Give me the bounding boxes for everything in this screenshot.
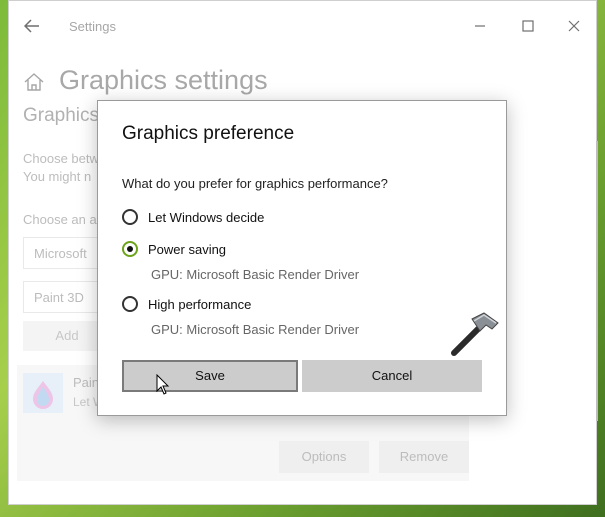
mouse-cursor-icon [156,374,170,395]
save-button[interactable]: Save [122,360,298,392]
option-let-windows-decide[interactable]: Let Windows decide [122,206,264,228]
graphics-preference-dialog: Graphics preference What do you prefer f… [97,100,507,416]
option-label: Let Windows decide [148,209,265,225]
option-label: Power saving [148,241,227,257]
option-high-performance[interactable]: High performance [122,293,251,315]
radio-button-selected[interactable] [122,241,138,257]
radio-button[interactable] [122,209,138,225]
option-label: High performance [148,296,252,312]
radio-button[interactable] [122,296,138,312]
gpu-info-power-saving: GPU: Microsoft Basic Render Driver [151,267,360,282]
gpu-info-high-performance: GPU: Microsoft Basic Render Driver [151,322,360,337]
dialog-title: Graphics preference [122,123,295,144]
cancel-button[interactable]: Cancel [302,360,482,392]
hammer-logo-icon [451,312,499,356]
scrollbar[interactable] [596,141,598,421]
dialog-question: What do you prefer for graphics performa… [122,176,388,191]
option-power-saving[interactable]: Power saving [122,238,226,260]
